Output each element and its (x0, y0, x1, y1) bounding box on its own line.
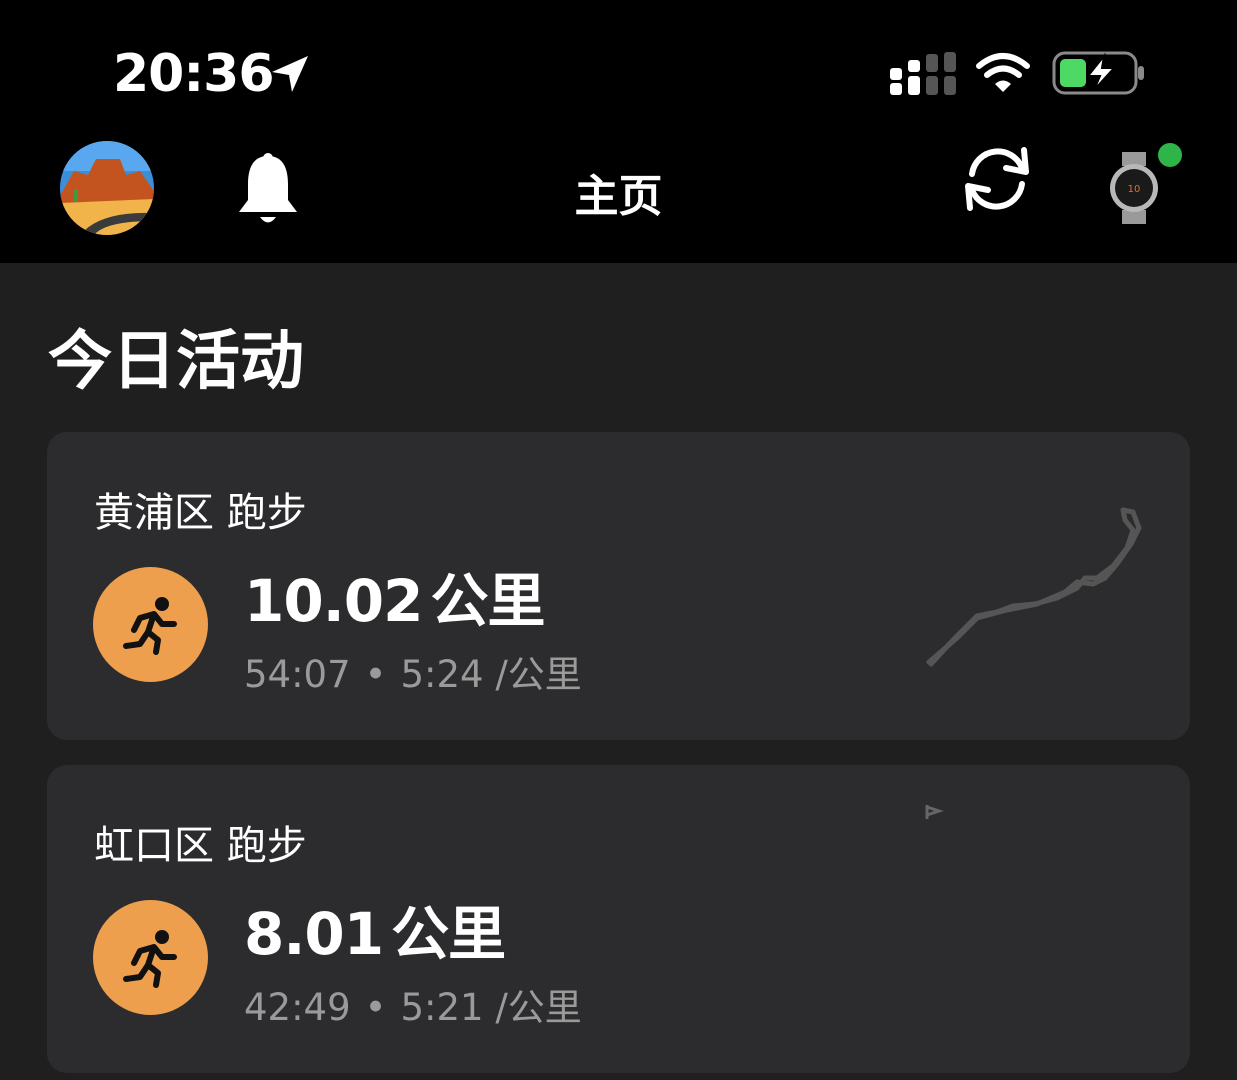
activity-type-badge (93, 900, 208, 1015)
location-arrow-icon (272, 56, 308, 92)
separator-dot: • (364, 986, 387, 1029)
distance-unit: 公里 (391, 900, 506, 968)
activity-pace: 5:21 /公里 (400, 986, 582, 1029)
battery-charging-icon (1052, 51, 1144, 95)
watch-icon[interactable]: 10 (1106, 152, 1162, 224)
activity-type-badge (93, 567, 208, 682)
status-time: 20:36 (113, 44, 275, 104)
svg-text:10: 10 (1128, 184, 1141, 195)
top-nav-bar: 主页 10 (0, 140, 1237, 263)
running-icon (122, 596, 177, 655)
separator-dot: • (364, 653, 387, 696)
activity-meta: 54:07 • 5:24 /公里 (244, 644, 582, 698)
running-icon (122, 929, 177, 988)
distance-value: 10.02 (244, 567, 423, 635)
distance-value: 8.01 (244, 900, 384, 968)
activity-title: 黄浦区 跑步 (94, 490, 307, 536)
activity-card[interactable]: 虹口区 跑步 8.01 公里 42:49 • 5:21 /公里 (47, 765, 1190, 1073)
route-map-thumbnail (926, 507, 1142, 667)
cellular-signal-icon (890, 52, 956, 95)
watch-connected-dot (1158, 143, 1182, 167)
status-bar: 20:36 (0, 0, 1237, 140)
page-title: 主页 (574, 171, 663, 222)
activity-duration: 54:07 (244, 653, 351, 696)
activity-card[interactable]: 黄浦区 跑步 10.02 公里 54:07 • 5:24 /公里 (47, 432, 1190, 740)
activity-meta: 42:49 • 5:21 /公里 (244, 977, 582, 1031)
section-title: 今日活动 (48, 325, 304, 399)
activity-pace: 5:24 /公里 (400, 653, 582, 696)
distance-unit: 公里 (430, 567, 545, 635)
wifi-icon (976, 53, 1030, 92)
activity-title: 虹口区 跑步 (94, 823, 307, 869)
activity-duration: 42:49 (244, 986, 351, 1029)
sync-icon[interactable] (958, 140, 1036, 218)
route-map-thumbnail (925, 805, 944, 819)
activity-distance: 8.01 公里 (244, 887, 506, 971)
activity-distance: 10.02 公里 (244, 554, 545, 638)
